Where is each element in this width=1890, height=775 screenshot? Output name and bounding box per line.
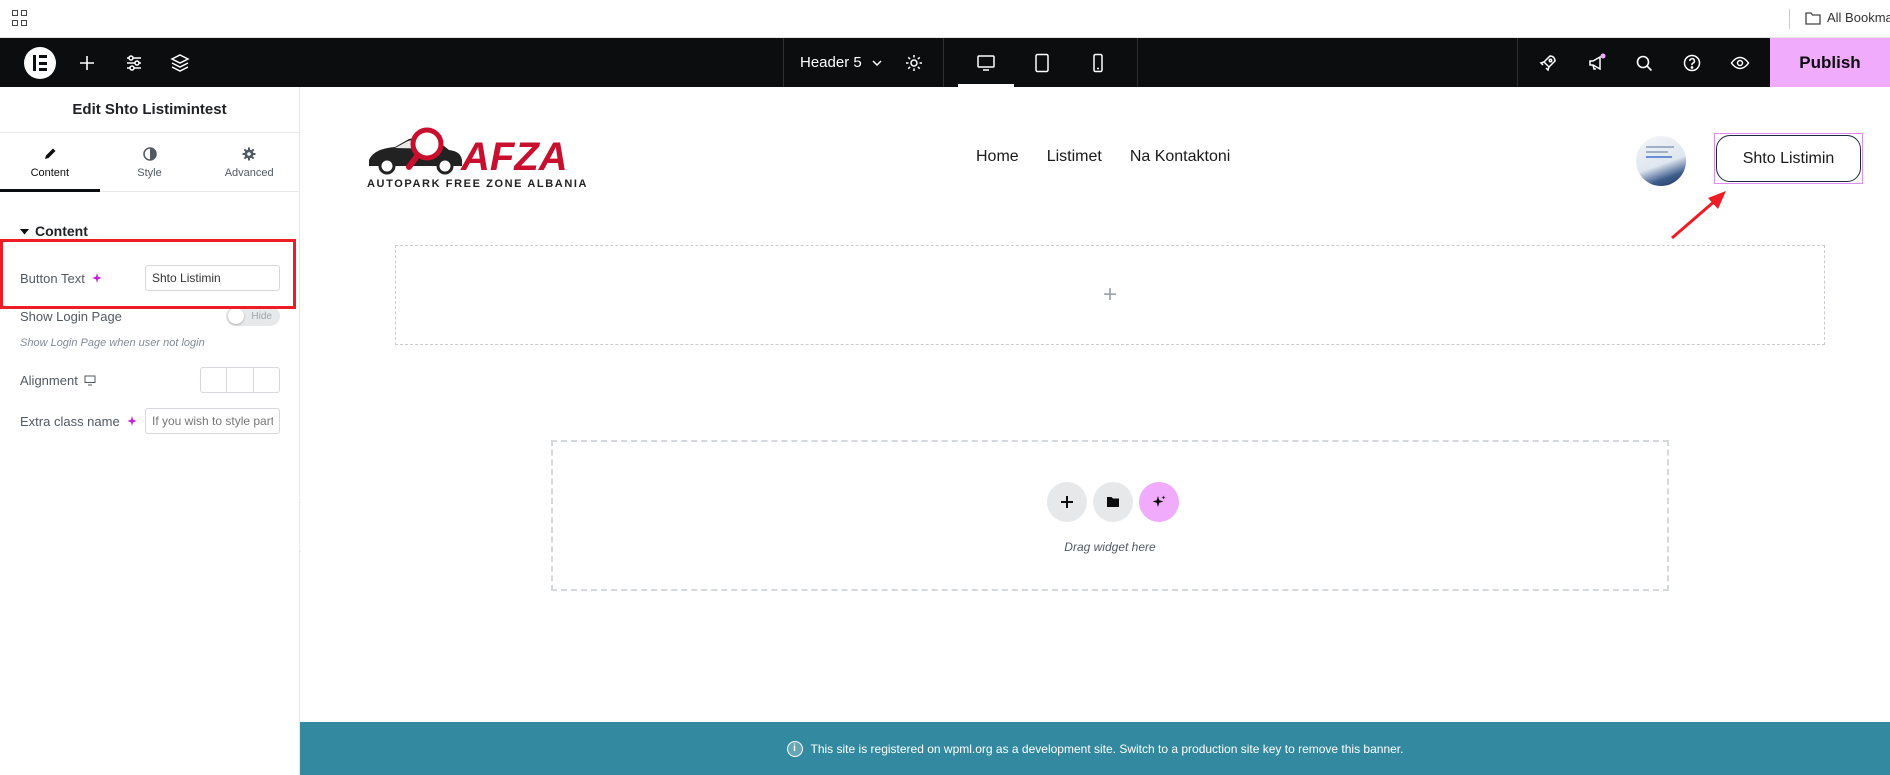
button-text-input[interactable] bbox=[145, 265, 280, 291]
nav-listimet[interactable]: Listimet bbox=[1047, 148, 1102, 166]
alignment-button-group bbox=[200, 367, 280, 393]
tab-content[interactable]: Content bbox=[0, 133, 100, 192]
ai-build-button[interactable] bbox=[1139, 482, 1179, 522]
show-login-description: Show Login Page when user not login bbox=[20, 337, 205, 349]
add-section-drop-area: Drag widget here bbox=[551, 440, 1669, 591]
add-template-button[interactable] bbox=[1093, 482, 1133, 522]
all-bookmarks-label: All Bookma bbox=[1827, 10, 1890, 25]
extra-class-control: Extra class name bbox=[20, 408, 280, 434]
show-login-control: Show Login Page Hide bbox=[20, 306, 280, 326]
tablet-icon bbox=[1035, 53, 1049, 72]
mobile-device-button[interactable] bbox=[1070, 38, 1126, 87]
nav-home[interactable]: Home bbox=[976, 148, 1019, 166]
chevron-down-icon bbox=[872, 59, 882, 66]
site-logo-tagline: AUTOPARK FREE ZONE ALBANIA bbox=[367, 178, 588, 190]
site-logo-text: AFZA bbox=[460, 135, 568, 179]
all-bookmarks-button[interactable]: All Bookma bbox=[1805, 10, 1890, 25]
document-title: Header 5 bbox=[800, 54, 862, 71]
elementor-logo-icon[interactable] bbox=[24, 47, 56, 79]
plus-icon: + bbox=[1102, 281, 1117, 308]
panel-title: Edit Shto Listimintest bbox=[0, 87, 299, 133]
editor-top-bar: Header 5 Publish bbox=[0, 38, 1890, 87]
button-text-label: Button Text bbox=[20, 270, 85, 286]
site-nav: Home Listimet Na Kontaktoni bbox=[976, 148, 1230, 166]
extra-class-input[interactable] bbox=[145, 408, 280, 434]
alignment-control: Alignment bbox=[20, 367, 280, 393]
red-arrow-annotation bbox=[1671, 191, 1726, 240]
plus-icon bbox=[1061, 496, 1073, 508]
help-question-icon[interactable] bbox=[1681, 52, 1703, 74]
folder-icon bbox=[1107, 497, 1119, 507]
section-title: Content bbox=[35, 223, 88, 239]
panel-tabs: Content Style Advanced bbox=[0, 133, 299, 192]
ai-sparkle-icon bbox=[1152, 495, 1166, 507]
align-center-button[interactable] bbox=[227, 368, 254, 392]
page-settings-gear-icon[interactable] bbox=[903, 52, 925, 74]
show-login-label: Show Login Page bbox=[20, 308, 122, 324]
banner-text: This site is registered on wpml.org as a… bbox=[810, 741, 1404, 756]
nav-na-kontaktoni[interactable]: Na Kontaktoni bbox=[1130, 148, 1231, 166]
show-login-toggle[interactable]: Hide bbox=[226, 306, 280, 326]
folder-icon bbox=[1805, 11, 1821, 25]
apps-grid-icon[interactable] bbox=[12, 10, 28, 26]
info-icon: i bbox=[786, 740, 803, 757]
tab-style[interactable]: Style bbox=[100, 133, 200, 191]
empty-section-drop-area[interactable]: + bbox=[395, 245, 1825, 345]
align-right-button[interactable] bbox=[254, 368, 279, 392]
responsive-mode-switcher bbox=[943, 38, 1138, 87]
add-section-buttons bbox=[1047, 482, 1179, 522]
toggle-label: Hide bbox=[251, 310, 272, 322]
align-left-button[interactable] bbox=[201, 368, 228, 392]
bookmarks-divider bbox=[1789, 9, 1790, 29]
structure-layers-icon[interactable] bbox=[169, 52, 191, 74]
tab-content-label: Content bbox=[30, 166, 70, 179]
ai-sparkle-icon[interactable] bbox=[126, 415, 138, 427]
user-avatar[interactable] bbox=[1636, 136, 1686, 186]
mobile-icon bbox=[1093, 53, 1103, 72]
alignment-label: Alignment bbox=[20, 372, 78, 388]
shto-listimin-button[interactable]: Shto Listimin bbox=[1716, 135, 1861, 182]
button-text-control: Button Text bbox=[20, 265, 280, 291]
drag-widget-hint: Drag widget here bbox=[1064, 540, 1156, 554]
half-circle-icon bbox=[142, 146, 157, 161]
tab-advanced-label: Advanced bbox=[224, 166, 274, 179]
whats-new-megaphone-icon[interactable] bbox=[1586, 52, 1608, 74]
tab-style-label: Style bbox=[137, 166, 162, 179]
search-icon[interactable] bbox=[1633, 52, 1655, 74]
desktop-responsive-icon[interactable] bbox=[84, 375, 96, 386]
add-element-icon[interactable] bbox=[76, 52, 98, 74]
editor-panel: Edit Shto Listimintest Content Style Adv… bbox=[0, 87, 300, 775]
preview-eye-icon[interactable] bbox=[1729, 52, 1751, 74]
ai-sparkle-icon[interactable] bbox=[91, 272, 103, 284]
content-section-toggle[interactable]: Content bbox=[20, 223, 88, 239]
site-logo[interactable]: AFZA AUTOPARK FREE ZONE ALBANIA bbox=[365, 126, 605, 192]
desktop-icon bbox=[977, 54, 995, 71]
tablet-device-button[interactable] bbox=[1014, 38, 1070, 87]
wpml-dev-banner: i This site is registered on wpml.org as… bbox=[300, 722, 1890, 775]
gear-icon bbox=[242, 147, 256, 160]
desktop-device-button[interactable] bbox=[958, 38, 1014, 87]
extra-class-label: Extra class name bbox=[20, 413, 120, 429]
launchpad-rocket-icon[interactable] bbox=[1537, 52, 1559, 74]
tab-advanced[interactable]: Advanced bbox=[199, 133, 299, 191]
add-section-button[interactable] bbox=[1047, 482, 1087, 522]
publish-button[interactable]: Publish bbox=[1770, 38, 1890, 87]
site-settings-sliders-icon[interactable] bbox=[123, 52, 145, 74]
topbar-divider bbox=[1517, 38, 1518, 87]
pencil-icon bbox=[44, 148, 56, 159]
bookmarks-bar: All Bookma bbox=[0, 0, 1890, 38]
caret-down-icon bbox=[20, 228, 29, 234]
